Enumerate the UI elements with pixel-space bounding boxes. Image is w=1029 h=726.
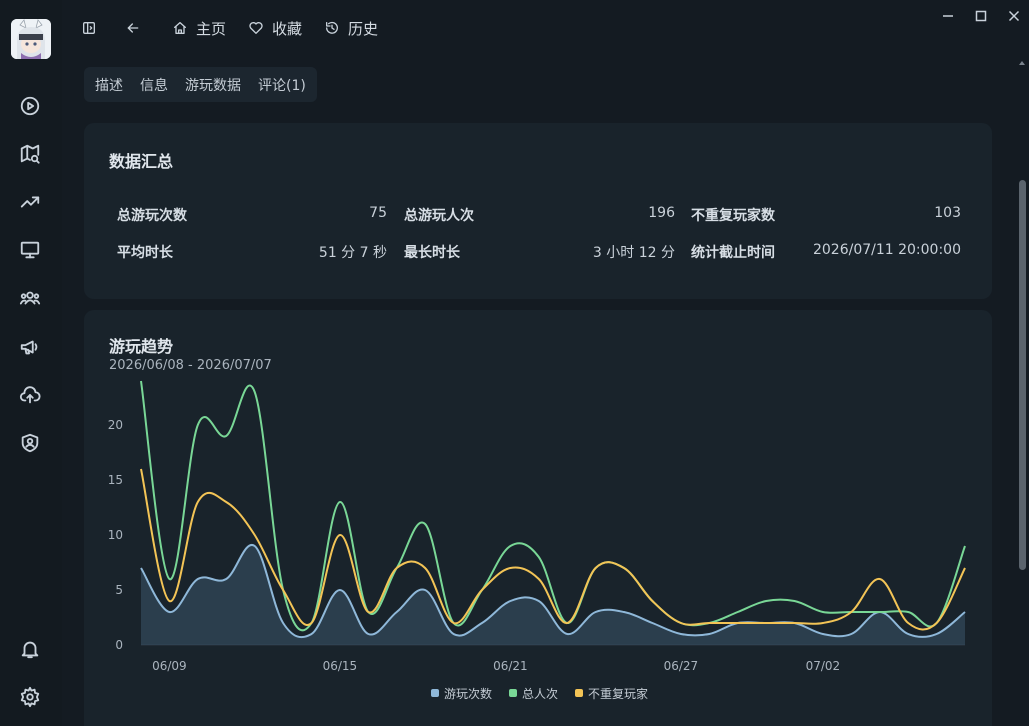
- stat-total-players: 总游玩人次 196: [404, 205, 675, 225]
- cloud-upload-icon[interactable]: [19, 384, 41, 406]
- favorites-label: 收藏: [272, 19, 303, 38]
- summary-panel: 数据汇总 总游玩次数 75 总游玩人次 196 不重复玩家数 103 平均时长 …: [84, 123, 992, 299]
- trend-title: 游玩趋势: [109, 337, 174, 356]
- stat-value: 103: [934, 205, 961, 221]
- stat-label: 平均时长: [117, 245, 173, 261]
- map-search-icon[interactable]: [19, 143, 41, 165]
- stat-cutoff-time: 统计截止时间 2026/07/11 20:00:00: [691, 242, 961, 262]
- home-icon: [174, 22, 186, 34]
- arrow-left-icon: [127, 23, 139, 33]
- shield-user-icon[interactable]: [19, 432, 41, 454]
- stat-label: 总游玩人次: [404, 208, 474, 224]
- history-icon: [326, 21, 338, 34]
- tab-info[interactable]: 信息: [140, 75, 168, 95]
- stat-value: 196: [648, 205, 675, 221]
- maximize-icon: [975, 10, 987, 22]
- trend-panel: 游玩趋势 2026/06/08 - 2026/07/07: [84, 310, 992, 726]
- summary-title: 数据汇总: [109, 152, 174, 171]
- minimize-button[interactable]: [940, 8, 956, 24]
- stat-label: 统计截止时间: [691, 245, 775, 261]
- avatar[interactable]: [11, 19, 51, 59]
- stat-label: 最长时长: [404, 245, 460, 261]
- tab-play-data[interactable]: 游玩数据: [185, 75, 241, 95]
- sidebar: [0, 0, 62, 726]
- title-bar: 主页 收藏 历史: [62, 0, 1029, 56]
- sidebar-toggle-icon: [83, 22, 95, 34]
- close-button[interactable]: [1006, 8, 1022, 24]
- stat-unique-players: 不重复玩家数 103: [691, 205, 961, 225]
- maximize-button[interactable]: [973, 8, 989, 24]
- stat-value: 51 分 7 秒: [318, 245, 387, 261]
- bell-icon[interactable]: [19, 638, 41, 660]
- home-button[interactable]: 主页: [172, 17, 226, 39]
- history-button[interactable]: 历史: [324, 17, 378, 39]
- monitor-icon[interactable]: [19, 239, 41, 261]
- megaphone-icon[interactable]: [19, 336, 41, 358]
- stat-value: 2026/07/11 20:00:00: [812, 242, 961, 258]
- back-button[interactable]: [125, 17, 149, 39]
- toggle-sidebar-button[interactable]: [81, 17, 105, 39]
- play-icon[interactable]: [19, 95, 41, 117]
- stat-value: 3 小时 12 分: [592, 245, 675, 261]
- stat-value: 75: [369, 205, 387, 221]
- minimize-icon: [943, 15, 953, 17]
- scroll-up-arrow-icon[interactable]: [1018, 58, 1026, 68]
- stat-label: 不重复玩家数: [691, 208, 775, 224]
- stat-label: 总游玩次数: [117, 208, 187, 224]
- favorites-button[interactable]: 收藏: [248, 17, 302, 39]
- stat-total-plays: 总游玩次数 75: [117, 205, 387, 225]
- tab-comments[interactable]: 评论(1): [258, 75, 306, 95]
- trend-date-range: 2026/06/08 - 2026/07/07: [109, 358, 272, 373]
- history-label: 历史: [348, 19, 379, 38]
- scroll-thumb[interactable]: [1019, 180, 1026, 570]
- home-label: 主页: [196, 19, 227, 38]
- heart-icon: [249, 22, 263, 34]
- tab-description[interactable]: 描述: [95, 75, 123, 95]
- settings-icon[interactable]: [19, 686, 41, 708]
- close-icon: [1008, 10, 1020, 22]
- scrollbar[interactable]: [1018, 58, 1026, 726]
- stat-average-duration: 平均时长 51 分 7 秒: [117, 242, 387, 262]
- detail-tabs: 描述 信息 游玩数据 评论(1): [84, 67, 317, 102]
- trending-up-icon[interactable]: [19, 191, 41, 213]
- stat-longest-duration: 最长时长 3 小时 12 分: [404, 242, 675, 262]
- users-icon[interactable]: [19, 287, 41, 309]
